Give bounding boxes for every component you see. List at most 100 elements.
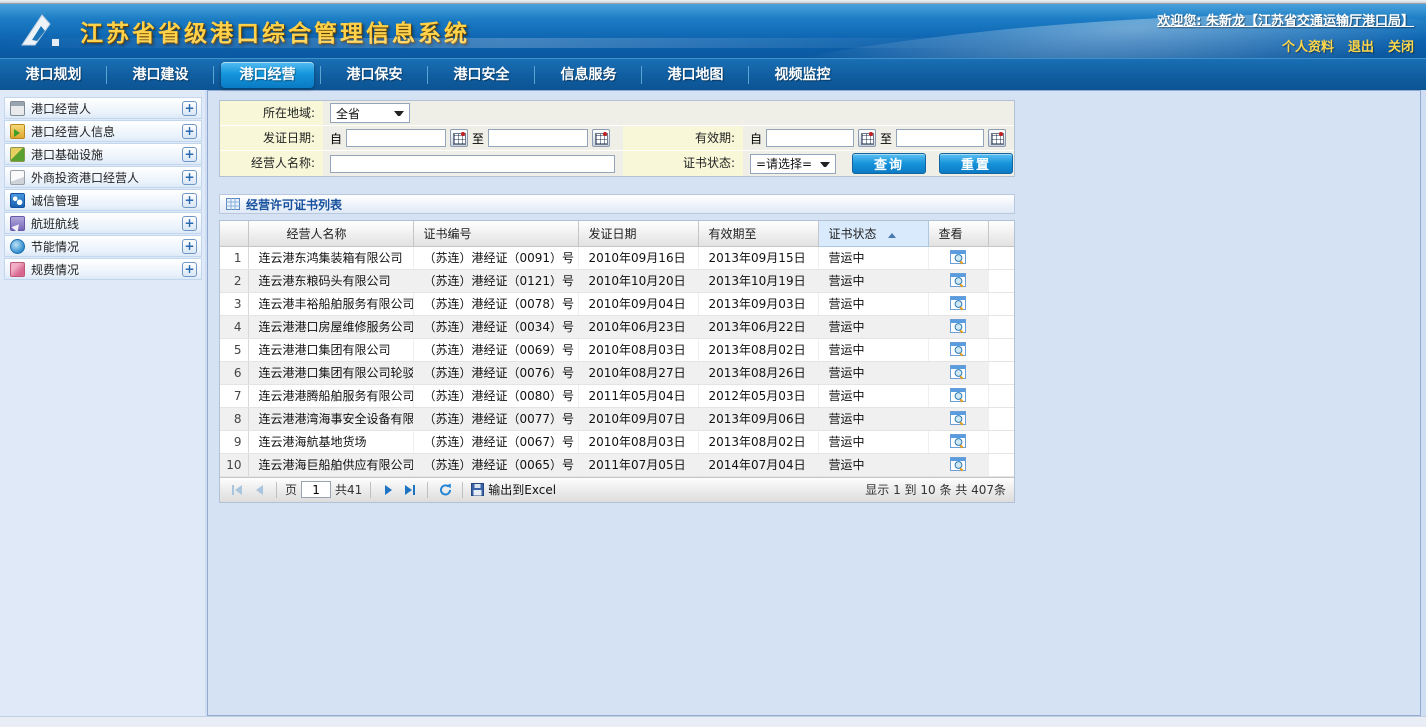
expand-plus-icon[interactable] [182, 101, 197, 116]
profile-link[interactable]: 个人资料 [1282, 36, 1334, 55]
cert-no-header[interactable]: 证书编号 [413, 221, 578, 246]
expand-plus-icon[interactable] [182, 170, 197, 185]
expand-plus-icon[interactable] [182, 124, 197, 139]
view-record-icon[interactable] [950, 293, 966, 311]
operator-name-input[interactable] [330, 155, 615, 173]
query-button[interactable]: 查询 [852, 153, 926, 174]
list-title: 经营许可证书列表 [246, 196, 342, 213]
sidebar-item[interactable]: 诚信管理 [4, 189, 202, 211]
operator-name-header[interactable]: 经营人名称 [248, 221, 413, 246]
expand-plus-icon[interactable] [182, 193, 197, 208]
reset-button[interactable]: 重置 [939, 153, 1013, 174]
nav-tab[interactable]: 信息服务 [535, 59, 642, 91]
prev-page-icon[interactable] [250, 481, 268, 499]
view-record-icon[interactable] [950, 247, 966, 265]
view-header: 查看 [928, 221, 988, 246]
sidebar-item[interactable]: 港口经营人信息 [4, 120, 202, 142]
sidebar-item[interactable]: 外商投资港口经营人 [4, 166, 202, 188]
issue-date-cell: 2010年09月16日 [578, 246, 698, 269]
filler-header [988, 221, 1014, 246]
calendar-icon[interactable] [450, 129, 468, 147]
view-record-icon[interactable] [950, 408, 966, 426]
table-row: 3 连云港丰裕船舶服务有限公司 （苏连）港经证（0078）号 2010年09月0… [220, 292, 1014, 315]
expand-plus-icon[interactable] [182, 262, 197, 277]
next-page-icon[interactable] [379, 481, 397, 499]
sidebar-item[interactable]: 节能情况 [4, 235, 202, 257]
calendar-icon[interactable] [858, 129, 876, 147]
divider [462, 482, 463, 498]
filler-cell [988, 384, 1014, 407]
sidebar-item[interactable]: 航班航线 [4, 212, 202, 234]
view-cell [928, 292, 988, 315]
view-cell [928, 246, 988, 269]
last-page-icon[interactable] [401, 481, 419, 499]
calendar-icon[interactable] [592, 129, 610, 147]
main-panel: 所在地域: 全省 发证日期: 自 至 有效期: [207, 90, 1421, 716]
operator-name-cell: 连云港港湾海事安全设备有限... [248, 407, 413, 430]
cert-status-select[interactable]: =请选择= [750, 154, 836, 174]
view-record-icon[interactable] [950, 454, 966, 472]
issue-date-to-input[interactable] [488, 129, 588, 147]
nav-tab[interactable]: 港口经营 [214, 59, 321, 91]
expand-plus-icon[interactable] [182, 239, 197, 254]
valid-until-cell: 2013年09月03日 [698, 292, 818, 315]
first-page-icon[interactable] [228, 481, 246, 499]
cert-status-cell: 营运中 [818, 338, 928, 361]
nav-tab[interactable]: 港口建设 [107, 59, 214, 91]
cert-no-cell: （苏连）港经证（0078）号 [413, 292, 578, 315]
page-number-input[interactable] [301, 481, 331, 498]
nav-tab[interactable]: 港口安全 [428, 59, 535, 91]
valid-until-cell: 2013年06月22日 [698, 315, 818, 338]
page-title: 江苏省省级港口综合管理信息系统 [80, 14, 470, 48]
valid-until-header[interactable]: 有效期至 [698, 221, 818, 246]
logout-link[interactable]: 退出 [1348, 36, 1374, 55]
valid-date-to-input[interactable] [896, 129, 984, 147]
expand-plus-icon[interactable] [182, 147, 197, 162]
cert-no-cell: （苏连）港经证（0080）号 [413, 384, 578, 407]
issue-date-header[interactable]: 发证日期 [578, 221, 698, 246]
nav-tab[interactable]: 港口地图 [642, 59, 749, 91]
nav-tab[interactable]: 港口规划 [0, 59, 107, 91]
view-record-icon[interactable] [950, 431, 966, 449]
sidebar-item[interactable]: 规费情况 [4, 258, 202, 280]
issue-date-cell: 2010年08月03日 [578, 430, 698, 453]
valid-until-cell: 2014年07月04日 [698, 453, 818, 476]
table-row: 5 连云港港口集团有限公司 （苏连）港经证（0069）号 2010年08月03日… [220, 338, 1014, 361]
view-record-icon[interactable] [950, 339, 966, 357]
window-icon [10, 101, 25, 116]
close-link[interactable]: 关闭 [1388, 36, 1414, 55]
row-number-cell: 5 [220, 338, 248, 361]
cert-status-cell: 营运中 [818, 384, 928, 407]
nav-tab[interactable]: 视频监控 [749, 59, 856, 91]
sidebar-item[interactable]: 港口经营人 [4, 97, 202, 119]
table-row: 7 连云港港腾船舶服务有限公司 （苏连）港经证（0080）号 2011年05月0… [220, 384, 1014, 407]
valid-until-cell: 2012年05月03日 [698, 384, 818, 407]
sidebar-item[interactable]: 港口基础设施 [4, 143, 202, 165]
valid-until-cell: 2013年09月15日 [698, 246, 818, 269]
expand-plus-icon[interactable] [182, 216, 197, 231]
welcome-user-text: 欢迎您: 朱新龙【江苏省交通运输厅港口局】 [1157, 10, 1414, 29]
export-excel-button[interactable]: 输出到Excel [471, 481, 556, 498]
view-record-icon[interactable] [950, 385, 966, 403]
issue-date-label: 发证日期: [220, 126, 323, 150]
operator-name-cell: 连云港海巨船舶供应有限公司 [248, 453, 413, 476]
view-record-icon[interactable] [950, 362, 966, 380]
operator-name-cell: 连云港港口房屋维修服务公司 [248, 315, 413, 338]
valid-date-from-input[interactable] [766, 129, 854, 147]
row-number-cell: 10 [220, 453, 248, 476]
issue-date-from-input[interactable] [346, 129, 446, 147]
cert-status-header[interactable]: 证书状态 [818, 221, 928, 246]
calendar-icon[interactable] [988, 129, 1006, 147]
nav-tab[interactable]: 港口保安 [321, 59, 428, 91]
app-banner: 江苏省省级港口综合管理信息系统 欢迎您: 朱新龙【江苏省交通运输厅港口局】 个人… [0, 4, 1426, 58]
cert-status-cell: 营运中 [818, 430, 928, 453]
cert-no-cell: （苏连）港经证（0069）号 [413, 338, 578, 361]
cert-status-cell: 营运中 [818, 407, 928, 430]
region-select[interactable]: 全省 [330, 103, 410, 123]
table-row: 1 连云港东鸿集装箱有限公司 （苏连）港经证（0091）号 2010年09月16… [220, 246, 1014, 269]
issue-date-cell: 2010年09月04日 [578, 292, 698, 315]
view-record-icon[interactable] [950, 316, 966, 334]
operator-name-cell: 连云港港口集团有限公司 [248, 338, 413, 361]
view-record-icon[interactable] [950, 270, 966, 288]
refresh-icon[interactable] [436, 481, 454, 499]
